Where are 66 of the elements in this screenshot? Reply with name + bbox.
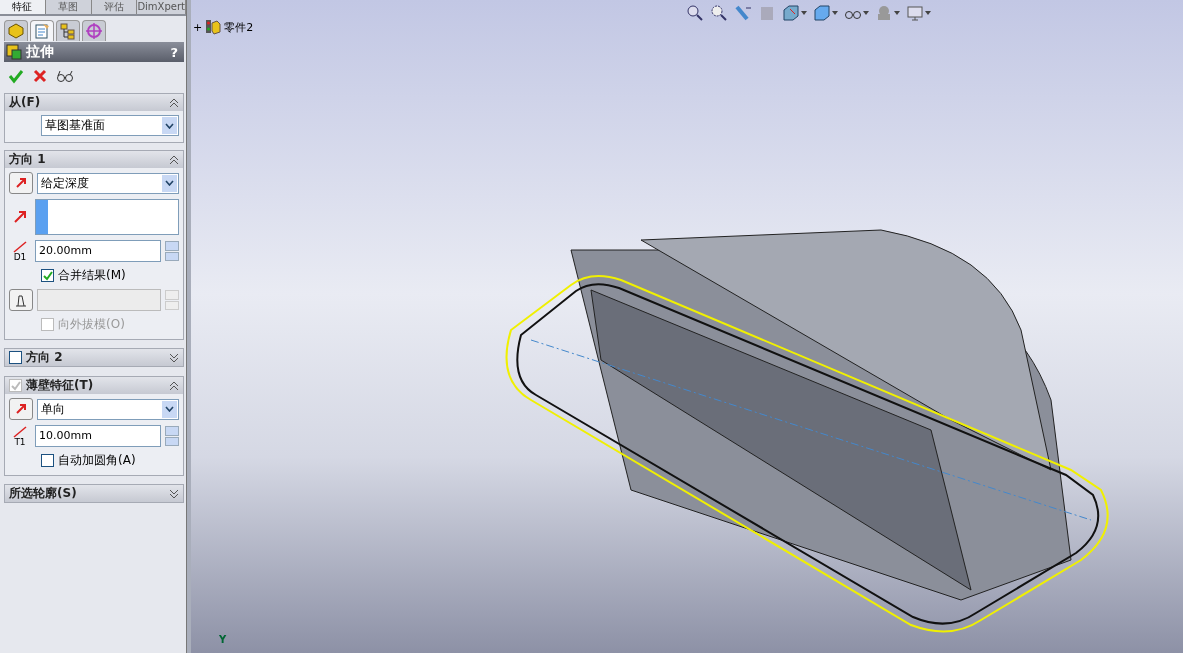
end-condition-dropdown[interactable]: 给定深度 <box>37 172 179 194</box>
cancel-x-icon[interactable] <box>32 68 48 84</box>
section-title: 所选轮廓(S) <box>9 485 78 502</box>
reverse-direction-button[interactable] <box>9 398 33 420</box>
spin-buttons[interactable] <box>165 241 179 261</box>
section-header[interactable]: 所选轮廓(S) <box>5 485 183 502</box>
chevron-icon[interactable] <box>169 154 179 165</box>
section-checkbox[interactable] <box>9 379 22 392</box>
manager-tab[interactable] <box>56 20 80 41</box>
thin-type-dropdown[interactable]: 单向 <box>37 398 179 420</box>
section-title: 方向 2 <box>26 349 64 366</box>
command-tab[interactable]: 特征 <box>0 0 46 14</box>
ok-check-icon[interactable] <box>8 68 24 84</box>
thickness-field[interactable]: 10.00mm <box>35 425 161 447</box>
section-title: 薄壁特征(T) <box>26 377 95 394</box>
auto-fillet-checkbox[interactable] <box>41 454 54 467</box>
chevron-icon[interactable] <box>169 352 179 363</box>
zoom-to-fit-icon[interactable] <box>686 4 704 22</box>
dimension-symbol: D1 <box>13 252 27 262</box>
zoom-area-icon[interactable] <box>710 4 728 22</box>
draft-outward-label: 向外拔模(O) <box>58 316 125 333</box>
monitor-icon[interactable] <box>906 4 924 22</box>
extrude-icon <box>6 44 22 60</box>
depth-field[interactable]: 20.00mm <box>35 240 161 262</box>
command-tab[interactable]: DimXpert <box>137 0 186 14</box>
direction-selection-box[interactable] <box>35 199 179 235</box>
section-title: 从(F) <box>9 94 42 111</box>
manager-tab[interactable] <box>4 20 28 41</box>
glasses-icon[interactable] <box>56 69 74 83</box>
section-header[interactable]: 从(F) <box>5 94 183 111</box>
draft-angle-field[interactable] <box>37 289 161 311</box>
part-name[interactable]: 零件2 <box>224 19 254 35</box>
expand-toggle[interactable]: + <box>193 20 203 34</box>
display-style-icon[interactable] <box>813 4 831 22</box>
dimension-symbol: T1 <box>14 437 26 447</box>
chevron-icon[interactable] <box>169 488 179 499</box>
merge-result-checkbox[interactable] <box>41 269 54 282</box>
section-header[interactable]: 方向 1 <box>5 151 183 168</box>
help-button[interactable]: ? <box>170 44 178 60</box>
draft-icon <box>14 293 28 307</box>
property-manager-title: 拉伸 <box>26 43 55 61</box>
section-checkbox[interactable] <box>9 351 22 364</box>
merge-result-label: 合并结果(M) <box>58 267 126 284</box>
view-orientation-icon[interactable] <box>782 4 800 22</box>
auto-fillet-label: 自动加圆角(A) <box>58 452 136 469</box>
command-tab[interactable]: 评估 <box>91 0 138 14</box>
draft-button[interactable] <box>9 289 33 311</box>
command-tab[interactable]: 草图 <box>45 0 92 14</box>
start-condition-dropdown[interactable]: 草图基准面 <box>41 115 179 136</box>
manager-tab[interactable] <box>30 20 54 41</box>
caret-icon <box>165 180 174 186</box>
triad-axis-label: Y <box>219 634 227 645</box>
manager-tab[interactable] <box>82 20 106 41</box>
spin-buttons[interactable] <box>165 426 179 446</box>
chevron-icon[interactable] <box>169 97 179 108</box>
section-header[interactable]: 薄壁特征(T) <box>5 377 183 394</box>
caret-icon <box>165 122 174 129</box>
graphics-viewport[interactable]: + 零件2 Y <box>191 0 1183 653</box>
section-title: 方向 1 <box>9 151 47 168</box>
caret-icon <box>165 406 174 412</box>
arrow-icon <box>14 402 28 416</box>
reverse-direction-button[interactable] <box>9 172 33 194</box>
chevron-icon[interactable] <box>169 380 179 391</box>
arrow-icon <box>14 176 28 190</box>
section-header[interactable]: 方向 2 <box>5 349 183 366</box>
part-icon <box>205 19 222 35</box>
